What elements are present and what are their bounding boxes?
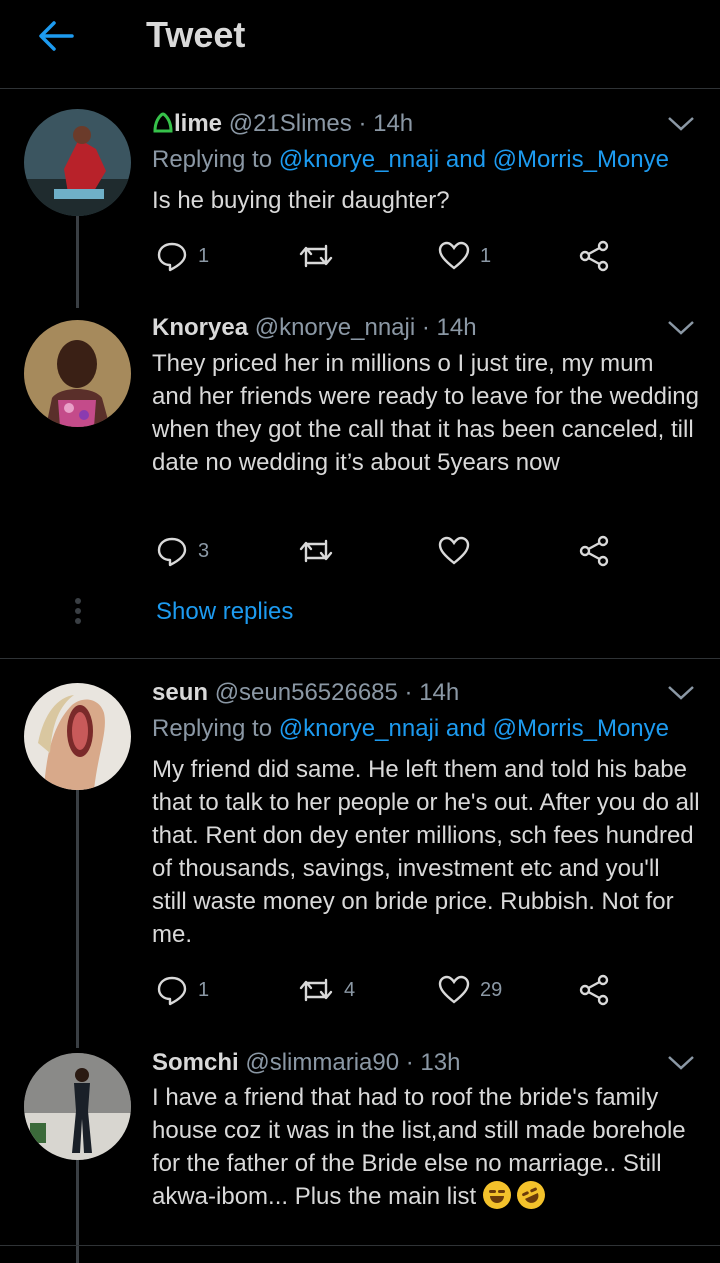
- heart-icon: [438, 240, 470, 272]
- tweet-text: My friend did same. He left them and tol…: [152, 756, 700, 948]
- rofl-emoji-icon: [512, 1176, 551, 1214]
- laughing-emoji-icon: [482, 1181, 511, 1209]
- handle[interactable]: @slimmaria90: [245, 1049, 399, 1076]
- thread-line: [76, 1160, 79, 1263]
- handle[interactable]: @21Slimes: [229, 110, 352, 137]
- reply-icon: [156, 240, 188, 272]
- reply-button[interactable]: 3: [156, 531, 209, 571]
- reply-button[interactable]: 1: [156, 236, 209, 276]
- like-count: 29: [480, 978, 503, 1001]
- thread-line: [76, 790, 79, 1048]
- tweet-meta: Knoryea @knorye_nnaji · 14h: [152, 314, 477, 342]
- replying-to: Replying to @knorye_nnaji and @Morris_Mo…: [152, 146, 669, 174]
- chevron-down-icon[interactable]: [666, 683, 696, 703]
- avatar[interactable]: [24, 683, 131, 790]
- tweet-meta: lime @21Slimes · 14h: [152, 110, 413, 138]
- retweet-icon: [298, 535, 334, 567]
- share-button[interactable]: [578, 236, 610, 276]
- top-app-bar: Tweet: [0, 0, 720, 89]
- show-replies-link[interactable]: Show replies: [156, 598, 293, 626]
- like-button[interactable]: 29: [438, 970, 502, 1010]
- thread-dots: [74, 598, 82, 630]
- replying-to-label: Replying to: [152, 146, 273, 173]
- replying-to: Replying to @knorye_nnaji and @Morris_Mo…: [152, 715, 669, 743]
- timestamp: · 14h: [358, 110, 414, 137]
- like-button[interactable]: [438, 531, 480, 571]
- avatar[interactable]: [24, 109, 131, 216]
- tweet-text: I have a friend that had to roof the bri…: [152, 1081, 700, 1214]
- display-name[interactable]: Knoryea: [152, 314, 248, 341]
- back-arrow-icon[interactable]: [36, 18, 76, 54]
- slime-icon: [152, 111, 174, 135]
- heart-icon: [438, 974, 470, 1006]
- tweet-meta: Somchi @slimmaria90 · 13h: [152, 1049, 460, 1077]
- handle[interactable]: @knorye_nnaji: [255, 314, 415, 341]
- retweet-count: 4: [344, 978, 356, 1001]
- tweet-actions: 1 1: [152, 236, 622, 276]
- divider: [0, 1245, 720, 1246]
- tweet-actions: 1 4 29: [152, 970, 622, 1010]
- chevron-down-icon[interactable]: [666, 114, 696, 134]
- thread-line: [76, 216, 79, 308]
- share-button[interactable]: [578, 531, 610, 571]
- display-name[interactable]: seun: [152, 679, 208, 706]
- tweet-text-content: I have a friend that had to roof the bri…: [152, 1084, 686, 1210]
- timestamp: · 13h: [405, 1049, 461, 1076]
- share-icon: [578, 974, 610, 1006]
- mentions-link[interactable]: @knorye_nnaji and @Morris_Monye: [279, 146, 669, 173]
- like-button[interactable]: 1: [438, 236, 491, 276]
- tweet-meta: seun @seun56526685 · 14h: [152, 679, 459, 707]
- display-name[interactable]: Somchi: [152, 1049, 239, 1076]
- reply-button[interactable]: 1: [156, 970, 209, 1010]
- tweet-actions: 3: [152, 531, 622, 571]
- display-name[interactable]: lime: [174, 110, 222, 137]
- reply-icon: [156, 974, 188, 1006]
- timestamp: · 14h: [404, 679, 460, 706]
- chevron-down-icon[interactable]: [666, 1053, 696, 1073]
- reply-count: 1: [198, 978, 210, 1001]
- reply-count: 3: [198, 539, 210, 562]
- tweet-text: Is he buying their daughter?: [152, 187, 450, 214]
- divider: [0, 658, 720, 659]
- avatar[interactable]: [24, 1053, 131, 1160]
- page-title: Tweet: [146, 14, 246, 55]
- retweet-button[interactable]: [298, 531, 344, 571]
- retweet-button[interactable]: 4: [298, 970, 355, 1010]
- retweet-icon: [298, 974, 334, 1006]
- mentions-link[interactable]: @knorye_nnaji and @Morris_Monye: [279, 715, 669, 742]
- reply-count: 1: [198, 244, 210, 267]
- reply-icon: [156, 535, 188, 567]
- share-icon: [578, 535, 610, 567]
- share-icon: [578, 240, 610, 272]
- share-button[interactable]: [578, 970, 610, 1010]
- like-count: 1: [480, 244, 492, 267]
- retweet-icon: [298, 240, 334, 272]
- heart-icon: [438, 535, 470, 567]
- tweet-text: They priced her in millions o I just tir…: [152, 350, 699, 476]
- chevron-down-icon[interactable]: [666, 318, 696, 338]
- avatar[interactable]: [24, 320, 131, 427]
- replying-to-label: Replying to: [152, 715, 273, 742]
- retweet-button[interactable]: [298, 236, 344, 276]
- handle[interactable]: @seun56526685: [215, 679, 398, 706]
- timestamp: · 14h: [421, 314, 477, 341]
